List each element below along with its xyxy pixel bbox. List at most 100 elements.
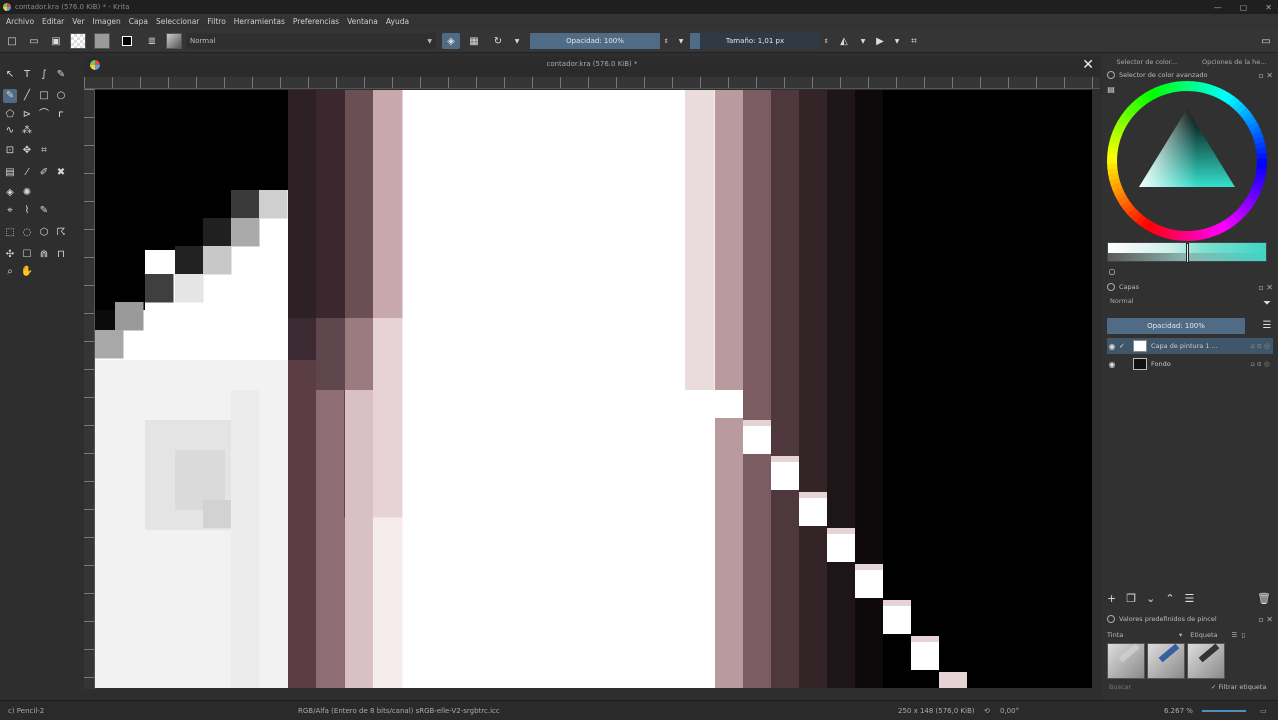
reference-icon[interactable]: ✎	[37, 204, 51, 218]
layer-flags-icon[interactable]: ⌂ α ◎	[1250, 360, 1270, 368]
polygon-select-icon[interactable]: ⬡	[37, 226, 51, 240]
layer-row[interactable]: ◉ ✓ Capa de pintura 1 ... ⌂ α ◎	[1107, 338, 1273, 354]
tab-color-selector[interactable]: Selector de color...	[1103, 55, 1191, 69]
chevron-down-icon[interactable]: ▼	[858, 33, 868, 49]
text-tool-icon[interactable]: T	[20, 68, 34, 82]
ellipse-select-icon[interactable]: ◌	[20, 226, 34, 240]
edit-shapes-icon[interactable]: ✎	[54, 68, 68, 82]
eraser-mode-icon[interactable]: ◈	[442, 33, 460, 49]
preserve-alpha-icon[interactable]: ▦	[466, 33, 482, 49]
preset-blue-pen[interactable]	[1147, 643, 1185, 679]
reload-preset-icon[interactable]: ↻	[490, 33, 506, 49]
new-document-icon[interactable]: □	[4, 33, 20, 49]
menu-ayuda[interactable]: Ayuda	[386, 17, 409, 26]
crop-icon[interactable]: ⌗	[37, 144, 51, 158]
brush-settings-icon[interactable]: ≣	[144, 33, 160, 49]
fill-icon[interactable]: ✖	[54, 166, 68, 180]
rect-select-icon[interactable]: ⬚	[3, 226, 17, 240]
fullscreen-icon[interactable]: ▭	[1260, 707, 1267, 715]
gradient-swatch[interactable]	[94, 33, 110, 49]
color-marker[interactable]	[1186, 243, 1189, 263]
line-tool-icon[interactable]: ╱	[20, 89, 34, 103]
size-slider[interactable]: Tamaño: 1,01 px	[690, 33, 820, 49]
save-icon[interactable]: ▣	[48, 33, 64, 49]
list-view-icon[interactable]: ☰	[1232, 631, 1238, 639]
bezier-select-icon[interactable]: ⋒	[37, 248, 51, 262]
canvas-only-icon[interactable]: ▭	[1258, 33, 1274, 49]
chevron-down-icon[interactable]: ▾	[1179, 631, 1182, 639]
eye-icon[interactable]: ◉	[1107, 342, 1117, 351]
layer-flags-icon[interactable]: ⌂ α ◎	[1250, 342, 1270, 350]
layer-properties-icon[interactable]: ☰	[1185, 592, 1195, 605]
move-layer-up-icon[interactable]: ⌃	[1165, 592, 1174, 605]
drawing-canvas[interactable]	[95, 90, 1092, 688]
measure-icon[interactable]: ⌇	[20, 204, 34, 218]
magnetic-select-icon[interactable]: ⊓	[54, 248, 68, 262]
add-layer-icon[interactable]: +	[1107, 592, 1116, 605]
layer-blend-select[interactable]: Normal	[1107, 297, 1257, 309]
size-spin-icon[interactable]: ⇕	[822, 33, 830, 49]
filter-icon[interactable]: ⏷	[1261, 297, 1273, 309]
mirror-horizontal-icon[interactable]: ◭	[836, 33, 852, 49]
close-window-button[interactable]: ✕	[1265, 3, 1272, 12]
pattern-swatch[interactable]	[70, 33, 86, 49]
wrap-around-icon[interactable]: ⌗	[906, 33, 922, 49]
fg-bg-colors-icon[interactable]	[118, 33, 136, 49]
checkbox-icon[interactable]: ✓	[1117, 342, 1127, 350]
zoom-slider[interactable]	[1202, 710, 1246, 712]
status-rotation[interactable]: 0,00°	[1000, 707, 1019, 715]
eye-icon[interactable]: ◉	[1107, 360, 1117, 369]
color-wheel[interactable]	[1107, 81, 1267, 241]
open-folder-icon[interactable]: ▭	[26, 33, 42, 49]
layer-opacity-slider[interactable]: Opacidad: 100%	[1107, 318, 1245, 334]
dock-float-close-icon[interactable]: ▫ ✕	[1258, 615, 1273, 624]
mirror-vertical-icon[interactable]: ▶	[872, 33, 888, 49]
multibrush-icon[interactable]: ⁂	[20, 124, 34, 138]
chevron-down-icon[interactable]: ▼	[512, 33, 522, 49]
opacity-slider[interactable]: Opacidad: 100%	[530, 33, 660, 49]
status-zoom[interactable]: 6.267 %	[1164, 707, 1193, 715]
preset-eraser[interactable]	[1107, 643, 1145, 679]
color-history-bar[interactable]	[1107, 242, 1267, 263]
smart-patch-icon[interactable]: ✐	[37, 166, 51, 180]
preset-tag-select[interactable]: Tinta	[1107, 631, 1175, 639]
menu-ventana[interactable]: Ventana	[347, 17, 378, 26]
menu-ver[interactable]: Ver	[72, 17, 84, 26]
preset-pencil[interactable]	[1187, 643, 1225, 679]
bucket-fill-icon[interactable]: ◈	[3, 186, 17, 200]
freehand-brush-icon[interactable]: ✎	[3, 89, 17, 103]
preset-search-input[interactable]: Buscar	[1107, 683, 1207, 695]
similar-select-icon[interactable]: ☐	[20, 248, 34, 262]
preset-settings-icon[interactable]: ▯	[1241, 631, 1245, 639]
move-icon[interactable]: ✥	[20, 144, 34, 158]
chevron-down-icon[interactable]: ▼	[676, 33, 686, 49]
transform-icon[interactable]: ⊡	[3, 144, 17, 158]
color-reset-icon[interactable]: ○	[1107, 266, 1117, 276]
ellipse-tool-icon[interactable]: ○	[54, 89, 68, 103]
menu-editar[interactable]: Editar	[42, 17, 64, 26]
menu-filtro[interactable]: Filtro	[207, 17, 225, 26]
color-settings-icon[interactable]: ▤	[1105, 83, 1117, 95]
freehand-path-icon[interactable]: ᴦ	[54, 108, 68, 122]
chevron-down-icon[interactable]: ▼	[892, 33, 902, 49]
zoom-icon[interactable]: ⌕	[3, 265, 17, 279]
dynamic-brush-icon[interactable]: ∿	[3, 124, 17, 138]
polygon-tool-icon[interactable]: ⬠	[3, 108, 17, 122]
delete-layer-icon[interactable]: 🗑	[1257, 592, 1271, 605]
close-document-icon[interactable]: ✕	[1082, 57, 1094, 73]
document-tab[interactable]: contador.kra (576.0 KiB) * ✕	[84, 57, 1100, 77]
rectangle-tool-icon[interactable]: □	[37, 89, 51, 103]
layer-row[interactable]: ◉ Fondo ⌂ α ◎	[1107, 356, 1273, 372]
freehand-select-icon[interactable]: ☈	[54, 226, 68, 240]
menu-herramientas[interactable]: Herramientas	[234, 17, 285, 26]
assistant-tool-icon[interactable]: ⌖	[3, 204, 17, 218]
blend-mode-select[interactable]: Normal ▼	[186, 33, 436, 49]
gradient-icon[interactable]: ▤	[3, 166, 17, 180]
layer-menu-icon[interactable]: ☰	[1261, 319, 1273, 331]
brush-preset-swatch[interactable]	[166, 33, 182, 49]
move-layer-down-icon[interactable]: ⌄	[1146, 592, 1155, 605]
preset-tag-label[interactable]: Etiqueta	[1190, 631, 1217, 639]
menu-seleccionar[interactable]: Seleccionar	[156, 17, 199, 26]
bezier-icon[interactable]: ⌒	[37, 108, 51, 122]
menu-archivo[interactable]: Archivo	[6, 17, 34, 26]
